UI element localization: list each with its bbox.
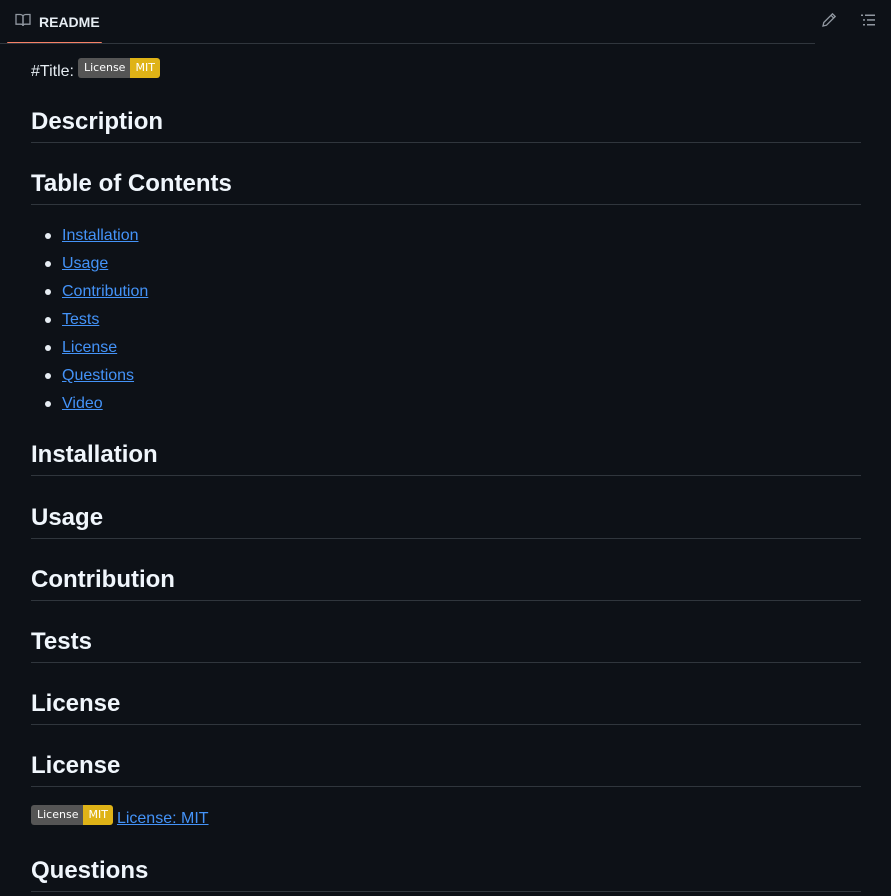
toc-item: Installation bbox=[31, 222, 148, 250]
header-divider bbox=[0, 43, 815, 44]
license-badge: License MIT bbox=[31, 805, 113, 825]
tab-label: README bbox=[39, 14, 100, 30]
toc-list: Installation Usage Contribution Tests Li… bbox=[31, 222, 148, 418]
heading-installation: Installation bbox=[31, 441, 861, 476]
license-badge: License MIT bbox=[77, 58, 160, 78]
toc-item: Video bbox=[31, 390, 148, 418]
toc-link-contribution[interactable]: Contribution bbox=[62, 283, 148, 300]
license-badge-label: License bbox=[31, 805, 84, 825]
heading-contribution: Contribution bbox=[31, 566, 861, 601]
readme-header: README bbox=[0, 0, 891, 44]
book-icon bbox=[15, 12, 31, 33]
heading-license: License bbox=[31, 690, 861, 725]
toc-item: Questions bbox=[31, 362, 148, 390]
heading-license-section: License bbox=[31, 752, 861, 787]
toc-item: License bbox=[31, 334, 148, 362]
heading-table-of-contents: Table of Contents bbox=[31, 170, 861, 205]
tab-readme[interactable]: README bbox=[7, 0, 102, 44]
license-line: License MIT License: MIT bbox=[31, 805, 209, 828]
toc-link-license[interactable]: License bbox=[62, 339, 117, 356]
readme-title-line: #Title: License MIT bbox=[31, 58, 160, 81]
toc-link-installation[interactable]: Installation bbox=[62, 227, 139, 244]
license-badge-value: MIT bbox=[130, 58, 160, 78]
outline-button[interactable] bbox=[856, 10, 880, 34]
heading-tests: Tests bbox=[31, 628, 861, 663]
pencil-icon bbox=[821, 12, 837, 33]
license-link[interactable]: License: MIT bbox=[117, 810, 209, 828]
toc-item: Tests bbox=[31, 306, 148, 334]
heading-description: Description bbox=[31, 108, 861, 143]
license-badge-value: MIT bbox=[83, 805, 113, 825]
license-badge-label: License bbox=[77, 58, 131, 78]
edit-button[interactable] bbox=[817, 10, 841, 34]
toc-link-usage[interactable]: Usage bbox=[62, 255, 108, 272]
toc-link-tests[interactable]: Tests bbox=[62, 311, 99, 328]
toc-item: Usage bbox=[31, 250, 148, 278]
toc-item: Contribution bbox=[31, 278, 148, 306]
toc-link-questions[interactable]: Questions bbox=[62, 367, 134, 384]
readme-title: #Title: bbox=[31, 63, 74, 80]
list-icon bbox=[860, 12, 876, 33]
heading-usage: Usage bbox=[31, 504, 861, 539]
toc-link-video[interactable]: Video bbox=[62, 395, 103, 412]
heading-questions: Questions bbox=[31, 857, 861, 892]
